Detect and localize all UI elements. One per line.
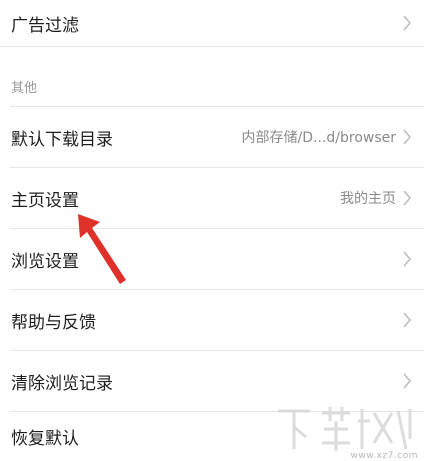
section-gap (0, 47, 424, 107)
ad-filter-row[interactable]: 广告过滤 (0, 0, 424, 46)
download-directory-label: 默认下载目录 (11, 129, 113, 150)
red-arrow-icon (78, 214, 126, 284)
restore-default-label: 恢复默认 (11, 429, 79, 449)
chevron-right-icon (400, 13, 414, 33)
homepage-settings-label: 主页设置 (11, 190, 79, 211)
homepage-settings-value: 我的主页 (340, 191, 396, 207)
homepage-settings-row[interactable]: 主页设置 我的主页 (0, 168, 424, 228)
chevron-right-icon (400, 371, 414, 391)
watermark-text: www.xz7.com (350, 451, 418, 461)
download-directory-value: 内部存储/D...d/browser (241, 130, 396, 146)
chevron-right-icon (400, 188, 414, 208)
chevron-right-icon (400, 127, 414, 147)
download-directory-row[interactable]: 默认下载目录 内部存储/D...d/browser (0, 107, 424, 167)
browse-settings-row[interactable]: 浏览设置 (0, 229, 424, 289)
download-site-logo (278, 407, 412, 451)
chevron-right-icon (400, 249, 414, 269)
browse-settings-label: 浏览设置 (11, 251, 79, 272)
divider (0, 46, 424, 47)
help-feedback-row[interactable]: 帮助与反馈 (0, 290, 424, 350)
chevron-right-icon (400, 310, 414, 330)
ad-filter-label: 广告过滤 (11, 15, 79, 36)
settings-screen: 广告过滤 其他 默认下载目录 内部存储/D...d/browser 主页设置 我… (0, 0, 424, 461)
help-feedback-label: 帮助与反馈 (11, 312, 96, 333)
section-header-other: 其他 (11, 81, 38, 96)
clear-history-label: 清除浏览记录 (11, 373, 113, 394)
